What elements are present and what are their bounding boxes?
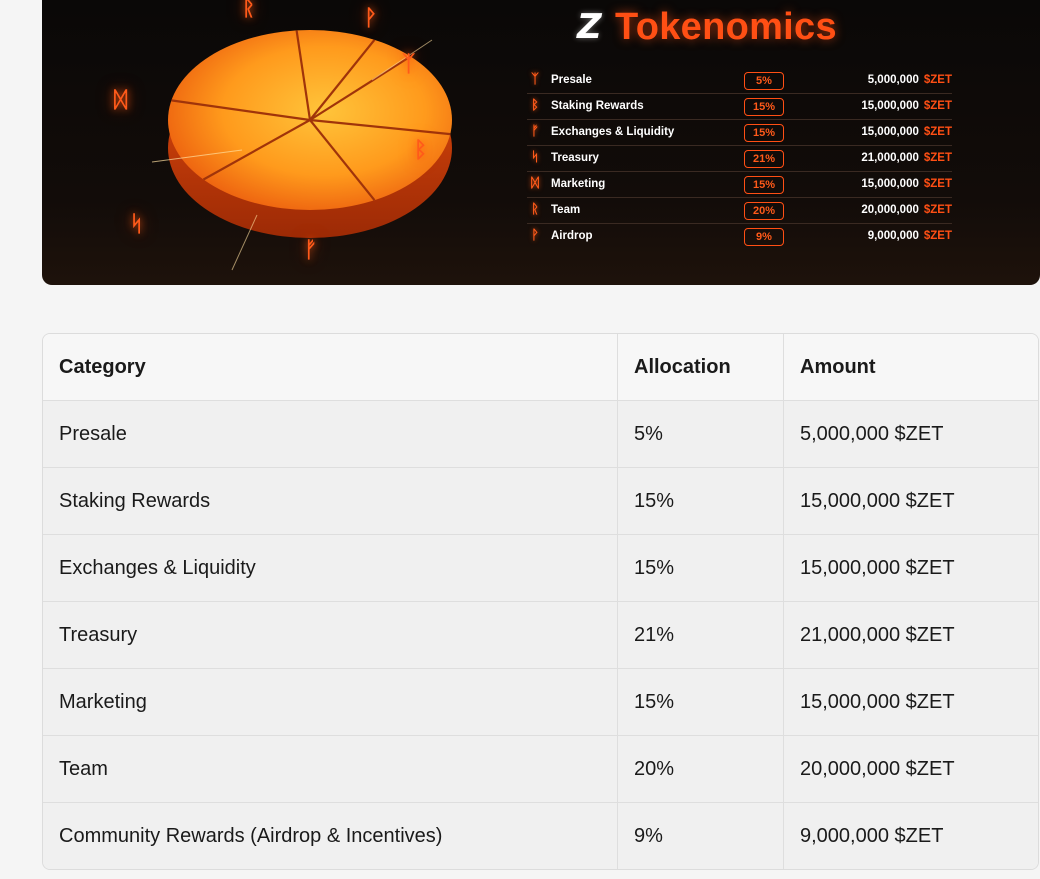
cell-category: Team [43, 736, 618, 802]
banner-row-ticker: $ZET [923, 74, 952, 86]
banner-row-name: Team [551, 204, 581, 216]
banner-row-name: Treasury [551, 152, 599, 164]
cell-amount: 20,000,000 $ZET [800, 757, 955, 780]
banner-row-percent: 15% [744, 176, 784, 194]
pie-chart-illustration [151, 30, 452, 271]
table-header-row: Category Allocation Amount [43, 334, 1038, 401]
banner-row-amount: 20,000,000 $ZET [861, 204, 952, 216]
rune-icon: ᛒ [531, 98, 539, 113]
banner-row: ᛋ Treasury 21% 21,000,000 $ZET [527, 146, 952, 172]
cell-allocation: 21% [618, 602, 784, 668]
cell-allocation: 15% [618, 535, 784, 601]
banner-row-percent: 15% [744, 98, 784, 116]
banner-row-amount-value: 15,000,000 [861, 178, 919, 190]
cell-amount: 5,000,000 $ZET [800, 422, 944, 445]
brand-header: Z Tokenomics [577, 4, 837, 50]
header-category: Category [43, 334, 618, 400]
banner-row: ᚠ Exchanges & Liquidity 15% 15,000,000 $Z… [527, 120, 952, 146]
banner-row-name: Airdrop [551, 230, 593, 242]
banner-row-name: Staking Rewards [551, 100, 644, 112]
banner-row-ticker: $ZET [923, 152, 952, 164]
cell-allocation: 5% [618, 401, 784, 467]
banner-title: Tokenomics [615, 6, 837, 48]
banner-row: ᛉ Presale 5% 5,000,000 $ZET [527, 68, 952, 94]
banner-row-amount: 15,000,000 $ZET [861, 178, 952, 190]
cell-allocation: 15% [618, 468, 784, 534]
rune-icon: ᚹ [531, 228, 539, 243]
table-row: Community Rewards (Airdrop & Incentives)… [43, 803, 1038, 869]
banner-row-percent: 21% [744, 150, 784, 168]
cell-amount: 21,000,000 $ZET [800, 623, 955, 646]
banner-row-amount: 9,000,000 $ZET [868, 230, 952, 242]
zet-logo-icon: Z [577, 7, 602, 47]
table-row: Team 20% 20,000,000 $ZET [43, 736, 1038, 803]
rune-icon: ᛒ [414, 138, 428, 163]
cell-amount: 15,000,000 $ZET [800, 690, 955, 713]
banner-row: ᚹ Airdrop 9% 9,000,000 $ZET [527, 224, 952, 250]
cell-allocation: 15% [618, 669, 784, 735]
table-row: Presale 5% 5,000,000 $ZET [43, 401, 1038, 468]
cell-allocation: 20% [618, 736, 784, 802]
header-amount: Amount [800, 355, 876, 378]
banner-row-amount: 5,000,000 $ZET [868, 74, 952, 86]
banner-row-name: Presale [551, 74, 592, 86]
banner-row-percent: 9% [744, 228, 784, 246]
rune-icon: ᛋ [130, 212, 144, 237]
cell-amount: 15,000,000 $ZET [800, 556, 955, 579]
table-row: Marketing 15% 15,000,000 $ZET [43, 669, 1038, 736]
cell-amount: 9,000,000 $ZET [800, 825, 944, 847]
banner-row-ticker: $ZET [923, 230, 952, 242]
banner-row-amount-value: 15,000,000 [861, 126, 919, 138]
cell-category: Presale [43, 401, 618, 467]
banner-row-amount-value: 15,000,000 [861, 100, 919, 112]
banner-row-ticker: $ZET [923, 100, 952, 112]
banner-row-amount: 21,000,000 $ZET [861, 152, 952, 164]
cell-category: Treasury [43, 602, 618, 668]
rune-icon: ᛞ [114, 88, 128, 113]
banner-row-ticker: $ZET [923, 126, 952, 138]
banner-row-amount-value: 20,000,000 [861, 204, 919, 216]
banner-row-percent: 20% [744, 202, 784, 220]
table-row: Treasury 21% 21,000,000 $ZET [43, 602, 1038, 669]
banner-row-percent: 5% [744, 72, 784, 90]
banner-row-name: Exchanges & Liquidity [551, 126, 675, 138]
tokenomics-table: Category Allocation Amount Presale 5% 5,… [42, 333, 1039, 870]
banner-allocation-list: ᛉ Presale 5% 5,000,000 $ZET ᛒ Staking Rew… [527, 68, 952, 250]
banner-row-name: Marketing [551, 178, 606, 190]
banner-row-amount: 15,000,000 $ZET [861, 100, 952, 112]
header-allocation: Allocation [618, 334, 784, 400]
banner-row-amount-value: 9,000,000 [867, 230, 919, 242]
banner-row-percent: 15% [744, 124, 784, 142]
rune-icon: ᚠ [304, 238, 318, 263]
cell-category: Marketing [43, 669, 618, 735]
table-row: Staking Rewards 15% 15,000,000 $ZET [43, 468, 1038, 535]
banner-row: ᛒ Staking Rewards 15% 15,000,000 $ZET [527, 94, 952, 120]
banner-row-ticker: $ZET [923, 178, 952, 190]
banner-row-amount-value: 5,000,000 [867, 74, 919, 86]
rune-icon: ᚱ [531, 202, 539, 217]
rune-icon: ᚹ [364, 6, 378, 31]
rune-icon: ᛉ [402, 52, 416, 77]
banner-row-ticker: $ZET [923, 204, 952, 216]
banner-row: ᛞ Marketing 15% 15,000,000 $ZET [527, 172, 952, 198]
cell-category: Staking Rewards [43, 468, 618, 534]
banner-row: ᚱ Team 20% 20,000,000 $ZET [527, 198, 952, 224]
tokenomics-banner: ᚱ ᚹ ᛉ ᛞ ᛒ ᛋ ᚠ Z Tokenomics ᛉ Presale 5% … [42, 0, 1040, 285]
rune-icon: ᚱ [242, 0, 256, 21]
banner-row-amount-value: 21,000,000 [861, 152, 919, 164]
rune-icon: ᚠ [531, 124, 539, 139]
cell-amount: 15,000,000 $ZET [800, 489, 955, 512]
rune-icon: ᛉ [531, 72, 539, 87]
table-row: Exchanges & Liquidity 15% 15,000,000 $ZE… [43, 535, 1038, 602]
rune-icon: ᛞ [531, 176, 539, 191]
cell-allocation: 9% [618, 803, 784, 869]
banner-row-amount: 15,000,000 $ZET [861, 126, 952, 138]
cell-category: Community Rewards (Airdrop & Incentives) [43, 803, 618, 869]
rune-icon: ᛋ [531, 150, 539, 165]
cell-category: Exchanges & Liquidity [43, 535, 618, 601]
